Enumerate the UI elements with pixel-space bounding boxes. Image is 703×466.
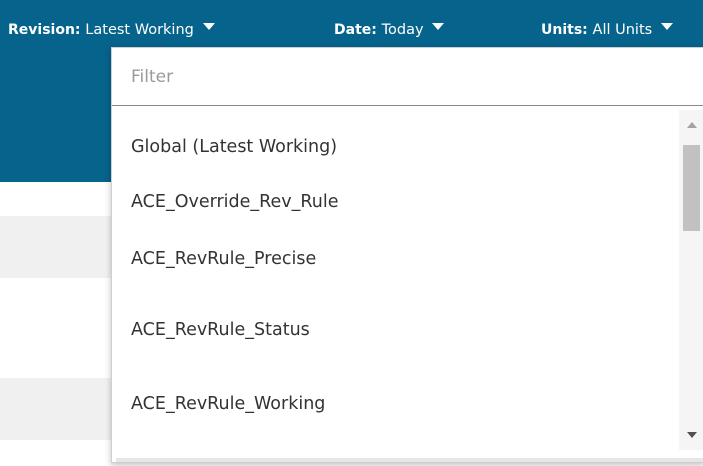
dropdown-bottom-edge (116, 458, 703, 462)
list-item[interactable]: Global (Latest Working) (131, 136, 337, 158)
dropdown-caret-icon[interactable] (202, 23, 215, 30)
date-label: Date: (334, 22, 377, 38)
list-item[interactable]: ACE_RevRule_Precise (131, 248, 316, 270)
units-label: Units: (541, 22, 588, 38)
units-selector[interactable]: Units: All Units (541, 20, 673, 39)
revision-rule-list: Global (Latest Working) ACE_Override_Rev… (112, 110, 680, 454)
revision-label: Revision: (8, 22, 81, 38)
scroll-up-arrow-icon[interactable] (687, 122, 697, 128)
revision-value[interactable]: Latest Working (85, 22, 194, 38)
list-scrollbar[interactable] (679, 110, 703, 450)
scrollbar-thumb[interactable] (683, 145, 700, 231)
list-item[interactable]: ACE_RevRule_Working (131, 393, 325, 415)
list-item[interactable]: ACE_RevRule_Status (131, 319, 310, 341)
list-item[interactable]: ACE_Override_Rev_Rule (131, 191, 339, 213)
revision-dropdown-panel: Global (Latest Working) ACE_Override_Rev… (111, 47, 703, 463)
dropdown-caret-icon[interactable] (432, 23, 445, 30)
filter-bar: Revision: Latest Working Date: Today Uni… (0, 0, 703, 50)
dropdown-caret-icon[interactable] (661, 23, 673, 30)
background-row (0, 378, 112, 440)
date-value[interactable]: Today (382, 22, 424, 38)
scroll-down-arrow-icon[interactable] (687, 432, 697, 438)
revision-selector[interactable]: Revision: Latest Working (8, 20, 215, 39)
units-value[interactable]: All Units (593, 22, 653, 38)
background-row (0, 216, 112, 278)
date-selector[interactable]: Date: Today (334, 20, 445, 39)
filter-input[interactable] (112, 48, 703, 106)
